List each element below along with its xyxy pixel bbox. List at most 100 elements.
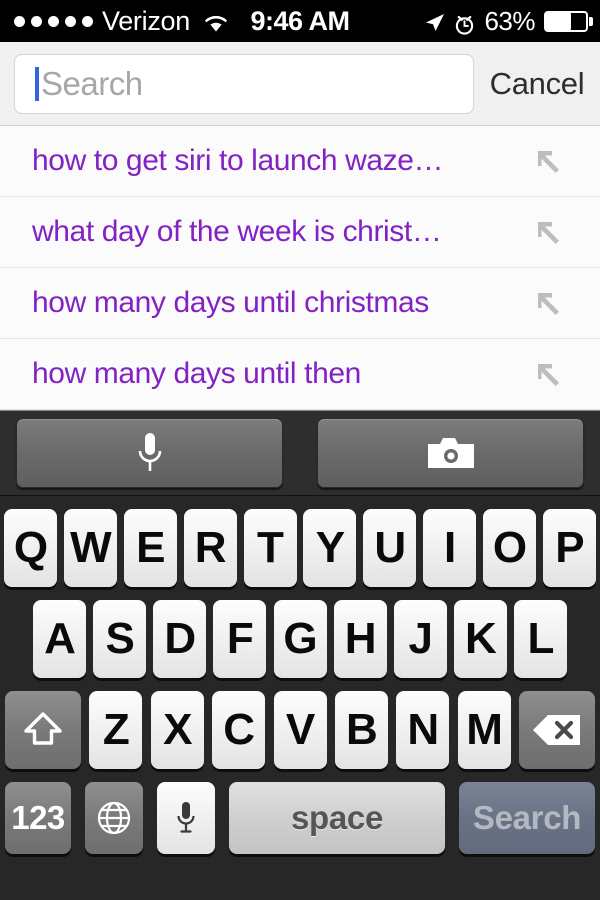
- key-o[interactable]: O: [483, 509, 536, 587]
- key-f[interactable]: F: [213, 600, 267, 678]
- microphone-icon: [133, 430, 167, 476]
- key-s[interactable]: S: [93, 600, 147, 678]
- key-label: C: [223, 705, 255, 754]
- search-suggestions-list: how to get siri to launch waze… what day…: [0, 126, 600, 410]
- key-label: Q: [13, 523, 48, 572]
- suggestion-row[interactable]: how many days until christmas: [0, 268, 600, 339]
- key-u[interactable]: U: [363, 509, 417, 587]
- key-a[interactable]: A: [33, 600, 86, 678]
- key-label: G: [283, 614, 317, 663]
- key-g[interactable]: G: [273, 600, 327, 678]
- key-label: I: [444, 523, 456, 572]
- key-r[interactable]: R: [183, 509, 237, 587]
- status-bar-right: 63%: [423, 0, 593, 42]
- arrow-up-left-icon[interactable]: [532, 287, 564, 319]
- key-label: R: [194, 523, 227, 572]
- key-j[interactable]: J: [393, 600, 447, 678]
- key-label: Y: [315, 523, 345, 572]
- key-t[interactable]: T: [243, 509, 297, 587]
- onscreen-keyboard: Q W E R T Y U I O P A S D F G H J K L Z …: [0, 495, 600, 900]
- key-label: L: [527, 614, 555, 663]
- key-w[interactable]: W: [63, 509, 117, 587]
- camera-search-button[interactable]: [317, 418, 584, 488]
- shift-arrow-icon: [22, 709, 64, 751]
- microphone-dictation-icon: [175, 800, 197, 836]
- search-bar: Search Cancel: [0, 42, 600, 126]
- key-label: H: [344, 614, 377, 663]
- globe-language-icon: [96, 800, 132, 836]
- key-c[interactable]: C: [212, 691, 266, 769]
- key-m[interactable]: M: [457, 691, 511, 769]
- location-arrow-icon: [423, 10, 445, 32]
- key-d[interactable]: D: [153, 600, 207, 678]
- key-k[interactable]: K: [453, 600, 507, 678]
- key-label: D: [164, 614, 196, 663]
- key-label: F: [226, 614, 254, 663]
- key-label: W: [70, 523, 112, 572]
- keyboard-row-2: A S D F G H J K L: [0, 600, 600, 678]
- key-label: X: [163, 705, 192, 754]
- key-e[interactable]: E: [123, 509, 177, 587]
- key-z[interactable]: Z: [89, 691, 143, 769]
- key-label: E: [136, 523, 165, 572]
- suggestion-row[interactable]: how many days until then: [0, 339, 600, 410]
- key-label: space: [290, 799, 384, 836]
- key-label: 123: [11, 799, 65, 836]
- key-v[interactable]: V: [273, 691, 327, 769]
- suggestion-text: how many days until christmas: [32, 286, 429, 319]
- key-label: T: [257, 523, 284, 572]
- search-input-accessory-toolbar: [0, 410, 600, 495]
- key-label: N: [407, 705, 439, 754]
- suggestion-text: what day of the week is christ…: [32, 215, 442, 248]
- cancel-button[interactable]: Cancel: [474, 66, 600, 102]
- key-label: K: [464, 614, 497, 663]
- key-p[interactable]: P: [542, 509, 596, 587]
- key-label: B: [345, 705, 378, 754]
- alarm-clock-icon: [454, 11, 475, 35]
- keyboard-row-3: Z X C V B N M: [0, 691, 600, 769]
- delete-key[interactable]: [519, 691, 595, 769]
- phone-screen: Verizon 9:46 AM 63% Search Cancel how to…: [0, 0, 600, 900]
- suggestion-row[interactable]: what day of the week is christ…: [0, 197, 600, 268]
- suggestion-text: how to get siri to launch waze…: [32, 144, 444, 177]
- numbers-key[interactable]: 123: [5, 782, 71, 854]
- key-q[interactable]: Q: [4, 509, 57, 587]
- key-b[interactable]: B: [334, 691, 388, 769]
- key-y[interactable]: Y: [303, 509, 357, 587]
- key-x[interactable]: X: [150, 691, 204, 769]
- key-i[interactable]: I: [423, 509, 477, 587]
- search-placeholder: Search: [41, 64, 143, 102]
- key-label: J: [408, 614, 434, 663]
- key-n[interactable]: N: [396, 691, 450, 769]
- key-label: V: [285, 705, 315, 754]
- voice-search-button[interactable]: [16, 418, 283, 488]
- key-label: Z: [102, 705, 130, 754]
- camera-icon: [426, 434, 476, 472]
- space-key[interactable]: space: [229, 782, 445, 854]
- arrow-up-left-icon[interactable]: [532, 216, 564, 248]
- key-label: A: [44, 614, 76, 663]
- arrow-up-left-icon[interactable]: [532, 145, 564, 177]
- key-label: M: [466, 705, 503, 754]
- language-key[interactable]: [85, 782, 143, 854]
- status-bar: Verizon 9:46 AM 63%: [0, 0, 600, 42]
- battery-icon: [544, 10, 593, 32]
- dictation-key[interactable]: [157, 782, 215, 854]
- key-label: Search: [472, 799, 582, 836]
- shift-key[interactable]: [5, 691, 81, 769]
- battery-percent-label: 63%: [484, 5, 535, 36]
- suggestion-text: how many days until then: [32, 357, 361, 390]
- keyboard-row-1: Q W E R T Y U I O P: [0, 509, 600, 587]
- suggestion-row[interactable]: how to get siri to launch waze…: [0, 126, 600, 197]
- key-label: S: [105, 614, 134, 663]
- key-label: P: [555, 523, 584, 572]
- keyboard-row-4: 123 space Search: [0, 782, 600, 854]
- text-caret: [35, 66, 39, 101]
- search-input[interactable]: Search: [14, 53, 474, 114]
- arrow-up-left-icon[interactable]: [532, 358, 564, 390]
- key-l[interactable]: L: [514, 600, 567, 678]
- key-h[interactable]: H: [333, 600, 387, 678]
- search-key[interactable]: Search: [459, 782, 595, 854]
- key-label: U: [374, 523, 406, 572]
- key-label: O: [492, 523, 527, 572]
